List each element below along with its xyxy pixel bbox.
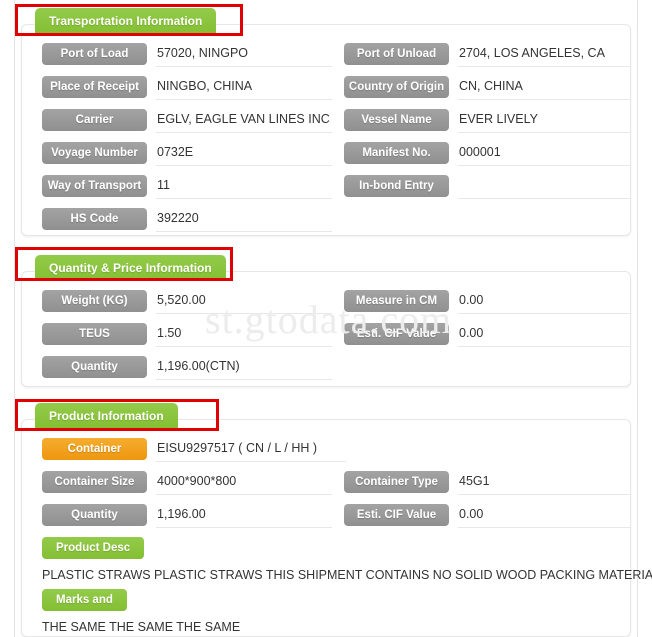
field-weight-kg: Weight (KG) 5,520.00 <box>42 290 332 316</box>
field-carrier: Carrier EGLV, EAGLE VAN LINES INC <box>42 109 332 135</box>
section-transportation: Transportation Information Port of Load … <box>15 4 639 236</box>
field-hs-code: HS Code 392220 <box>42 208 332 234</box>
field-value-measure-in-cm: 0.00 <box>458 290 630 314</box>
section-card-quantity-price: Weight (KG) 5,520.00 TEUS 1.50 Quantity … <box>21 271 631 387</box>
field-label-measure-in-cm: Measure in CM <box>344 290 449 312</box>
field-vessel-name: Vessel Name EVER LIVELY <box>344 109 630 135</box>
section-product: Product Information Container EISU929751… <box>15 399 652 637</box>
field-label-esti-cif-value-product: Esti. CIF Value <box>344 504 449 526</box>
field-label-hs-code: HS Code <box>42 208 147 230</box>
field-quantity-ctn: Quantity 1,196.00(CTN) <box>42 356 332 382</box>
field-label-place-of-receipt: Place of Receipt <box>42 76 147 98</box>
field-value-esti-cif-value-product: 0.00 <box>458 504 630 528</box>
field-label-country-of-origin: Country of Origin <box>344 76 449 98</box>
field-label-product-quantity: Quantity <box>42 504 147 526</box>
field-place-of-receipt: Place of Receipt NINGBO, CHINA <box>42 76 332 102</box>
field-label-way-of-transport: Way of Transport <box>42 175 147 197</box>
field-value-vessel-name: EVER LIVELY <box>458 109 630 133</box>
field-value-product-quantity: 1,196.00 <box>156 504 332 528</box>
field-measure-in-cm: Measure in CM 0.00 <box>344 290 630 316</box>
field-label-port-of-unload: Port of Unload <box>344 43 449 65</box>
field-value-place-of-receipt: NINGBO, CHINA <box>156 76 332 100</box>
field-esti-cif-value-qty: Esti. CIF Value 0.00 <box>344 323 630 349</box>
field-manifest-no: Manifest No. 000001 <box>344 142 630 168</box>
field-value-container-type: 45G1 <box>458 471 630 495</box>
section-tab-transportation[interactable]: Transportation Information <box>35 8 217 34</box>
field-way-of-transport: Way of Transport 11 <box>42 175 332 201</box>
field-value-in-bond-entry <box>458 175 630 199</box>
field-label-vessel-name: Vessel Name <box>344 109 449 131</box>
field-value-country-of-origin: CN, CHINA <box>458 76 630 100</box>
field-value-voyage-number: 0732E <box>156 142 332 166</box>
field-value-container: EISU9297517 ( CN / L / HH ) <box>156 438 346 462</box>
section-quantity-price: Quantity & Price Information Weight (KG)… <box>15 247 639 387</box>
page-container: Transportation Information Port of Load … <box>14 0 652 637</box>
field-in-bond-entry: In-bond Entry <box>344 175 630 201</box>
field-country-of-origin: Country of Origin CN, CHINA <box>344 76 630 102</box>
field-value-product-desc: PLASTIC STRAWS PLASTIC STRAWS THIS SHIPM… <box>42 568 652 582</box>
field-label-container-size: Container Size <box>42 471 147 493</box>
field-value-quantity-ctn: 1,196.00(CTN) <box>156 356 332 380</box>
field-container: Container EISU9297517 ( CN / L / HH ) <box>42 438 346 464</box>
section-card-product: Container EISU9297517 ( CN / L / HH ) Co… <box>21 419 652 637</box>
field-value-port-of-load: 57020, NINGPO <box>156 43 332 67</box>
field-value-port-of-unload: 2704, LOS ANGELES, CA <box>458 43 630 67</box>
field-label-carrier: Carrier <box>42 109 147 131</box>
field-value-teus: 1.50 <box>156 323 332 347</box>
field-label-port-of-load: Port of Load <box>42 43 147 65</box>
field-label-manifest-no: Manifest No. <box>344 142 449 164</box>
field-label-teus: TEUS <box>42 323 147 345</box>
field-label-weight-kg: Weight (KG) <box>42 290 147 312</box>
field-label-in-bond-entry: In-bond Entry <box>344 175 449 197</box>
field-label-container: Container <box>42 438 147 460</box>
field-product-quantity: Quantity 1,196.00 <box>42 504 332 530</box>
field-value-esti-cif-value-qty: 0.00 <box>458 323 630 347</box>
field-teus: TEUS 1.50 <box>42 323 332 349</box>
section-tab-product[interactable]: Product Information <box>35 403 178 429</box>
field-value-way-of-transport: 11 <box>156 175 332 199</box>
field-esti-cif-value-product: Esti. CIF Value 0.00 <box>344 504 630 530</box>
field-container-type: Container Type 45G1 <box>344 471 630 497</box>
field-container-size: Container Size 4000*900*800 <box>42 471 332 497</box>
field-port-of-load: Port of Load 57020, NINGPO <box>42 43 332 69</box>
field-label-voyage-number: Voyage Number <box>42 142 147 164</box>
field-label-esti-cif-value-qty: Esti. CIF Value <box>344 323 449 345</box>
field-label-container-type: Container Type <box>344 471 449 493</box>
field-label-product-desc: Product Desc <box>42 537 145 559</box>
field-port-of-unload: Port of Unload 2704, LOS ANGELES, CA <box>344 43 630 69</box>
section-tab-quantity-price[interactable]: Quantity & Price Information <box>35 255 226 281</box>
field-value-hs-code: 392220 <box>156 208 332 232</box>
field-value-manifest-no: 000001 <box>458 142 630 166</box>
field-value-carrier: EGLV, EAGLE VAN LINES INC <box>156 109 332 133</box>
section-card-transportation: Port of Load 57020, NINGPO Place of Rece… <box>21 24 631 236</box>
field-label-marks-and: Marks and <box>42 589 127 611</box>
field-value-marks-and: THE SAME THE SAME THE SAME <box>42 620 241 634</box>
field-label-quantity-ctn: Quantity <box>42 356 147 378</box>
field-value-weight-kg: 5,520.00 <box>156 290 332 314</box>
field-voyage-number: Voyage Number 0732E <box>42 142 332 168</box>
field-value-container-size: 4000*900*800 <box>156 471 332 495</box>
